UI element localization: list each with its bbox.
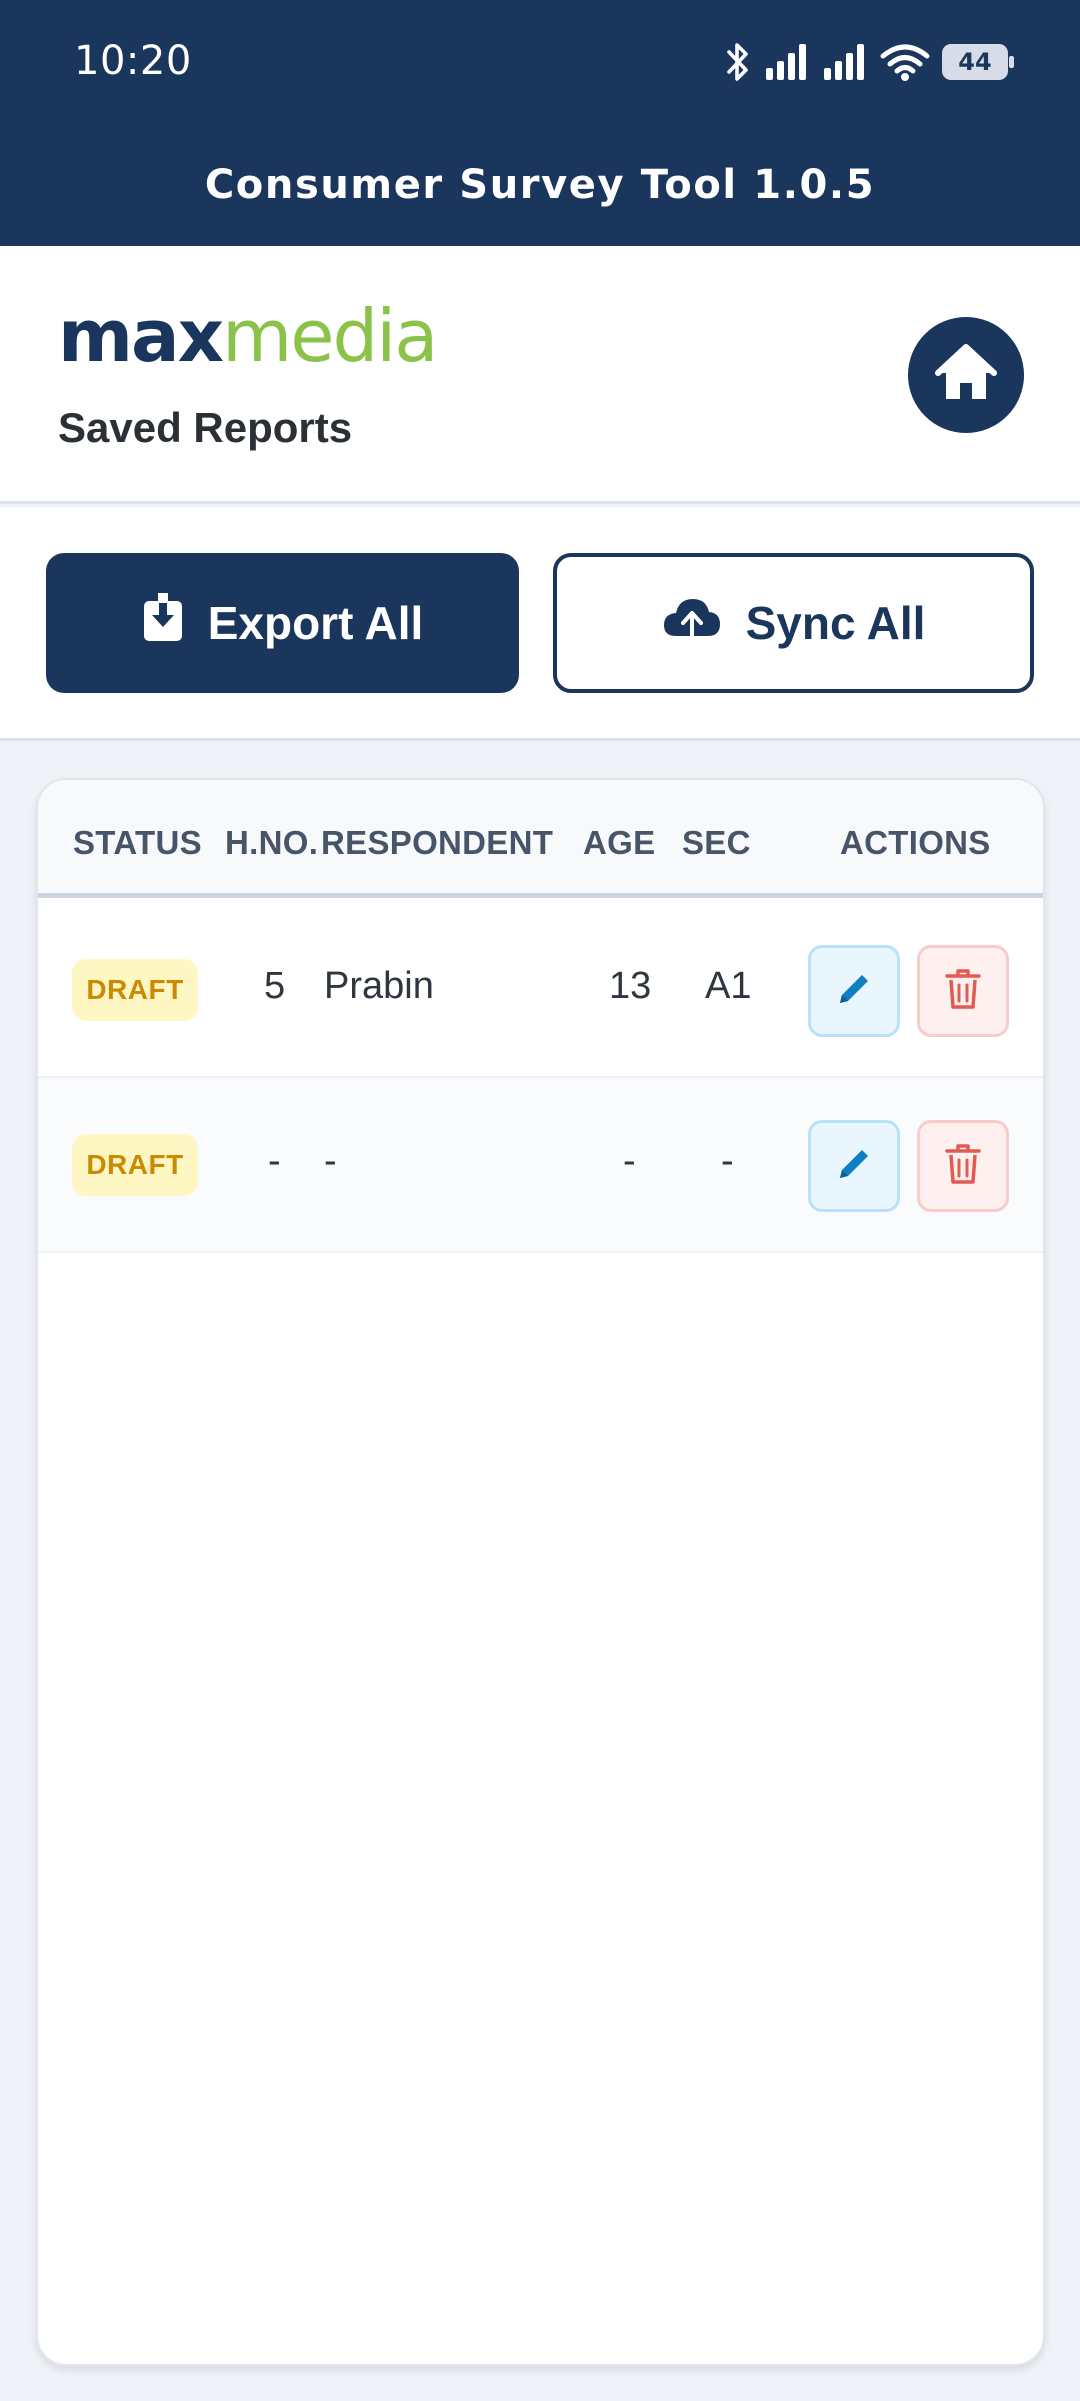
pencil-icon xyxy=(832,1142,876,1191)
table-header: STATUS H.NO. RESPONDENT AGE SEC ACTIONS xyxy=(38,780,1043,898)
delete-button[interactable] xyxy=(917,1120,1009,1212)
sec-cell: A1 xyxy=(705,965,752,1007)
wifi-icon xyxy=(880,42,930,82)
export-all-label: Export All xyxy=(207,597,424,649)
edit-button[interactable] xyxy=(808,945,900,1037)
column-header-actions: ACTIONS xyxy=(840,824,991,861)
signal-icon xyxy=(764,42,810,82)
cloud-upload-icon xyxy=(662,596,722,651)
sec-cell: - xyxy=(721,1140,734,1182)
app-bar: 10:20 44 Consumer Survey Tool 1.0.5 xyxy=(0,0,1080,246)
status-badge: DRAFT xyxy=(72,1134,198,1196)
column-header-sec: SEC xyxy=(682,824,751,861)
column-header-respondent: RESPONDENT xyxy=(321,824,554,861)
column-header-status: STATUS xyxy=(73,824,202,861)
sync-all-button[interactable]: Sync All xyxy=(553,553,1034,693)
bluetooth-icon xyxy=(724,40,752,84)
age-cell: 13 xyxy=(609,965,652,1007)
delete-button[interactable] xyxy=(917,945,1009,1037)
page-title: Saved Reports xyxy=(58,404,353,451)
column-header-hno: H.NO. xyxy=(225,824,319,861)
status-icons: 44 xyxy=(724,38,1014,86)
export-all-button[interactable]: Export All xyxy=(46,553,519,693)
sync-all-label: Sync All xyxy=(745,597,926,649)
reports-table: STATUS H.NO. RESPONDENT AGE SEC ACTIONS … xyxy=(36,778,1045,2366)
trash-icon xyxy=(943,1142,983,1191)
status-time: 10:20 xyxy=(74,38,192,84)
edit-button[interactable] xyxy=(808,1120,900,1212)
signal-icon xyxy=(822,42,868,82)
respondent-cell: Prabin xyxy=(324,965,434,1007)
column-header-age: AGE xyxy=(583,824,656,861)
hno-cell: 5 xyxy=(264,965,286,1007)
download-icon xyxy=(142,592,184,654)
home-button[interactable] xyxy=(908,317,1024,433)
respondent-cell: - xyxy=(324,1140,337,1182)
hno-cell: - xyxy=(268,1140,281,1182)
table-row: DRAFT - - - - xyxy=(38,1078,1043,1253)
age-cell: - xyxy=(623,1140,636,1182)
brand-logo: maxmedia xyxy=(58,294,438,378)
status-badge: DRAFT xyxy=(72,959,198,1021)
home-icon xyxy=(934,343,998,408)
app-title: Consumer Survey Tool 1.0.5 xyxy=(204,162,876,208)
pencil-icon xyxy=(832,967,876,1016)
table-row: DRAFT 5 Prabin 13 A1 xyxy=(38,903,1043,1078)
trash-icon xyxy=(943,967,983,1016)
battery-icon: 44 xyxy=(942,44,1014,80)
